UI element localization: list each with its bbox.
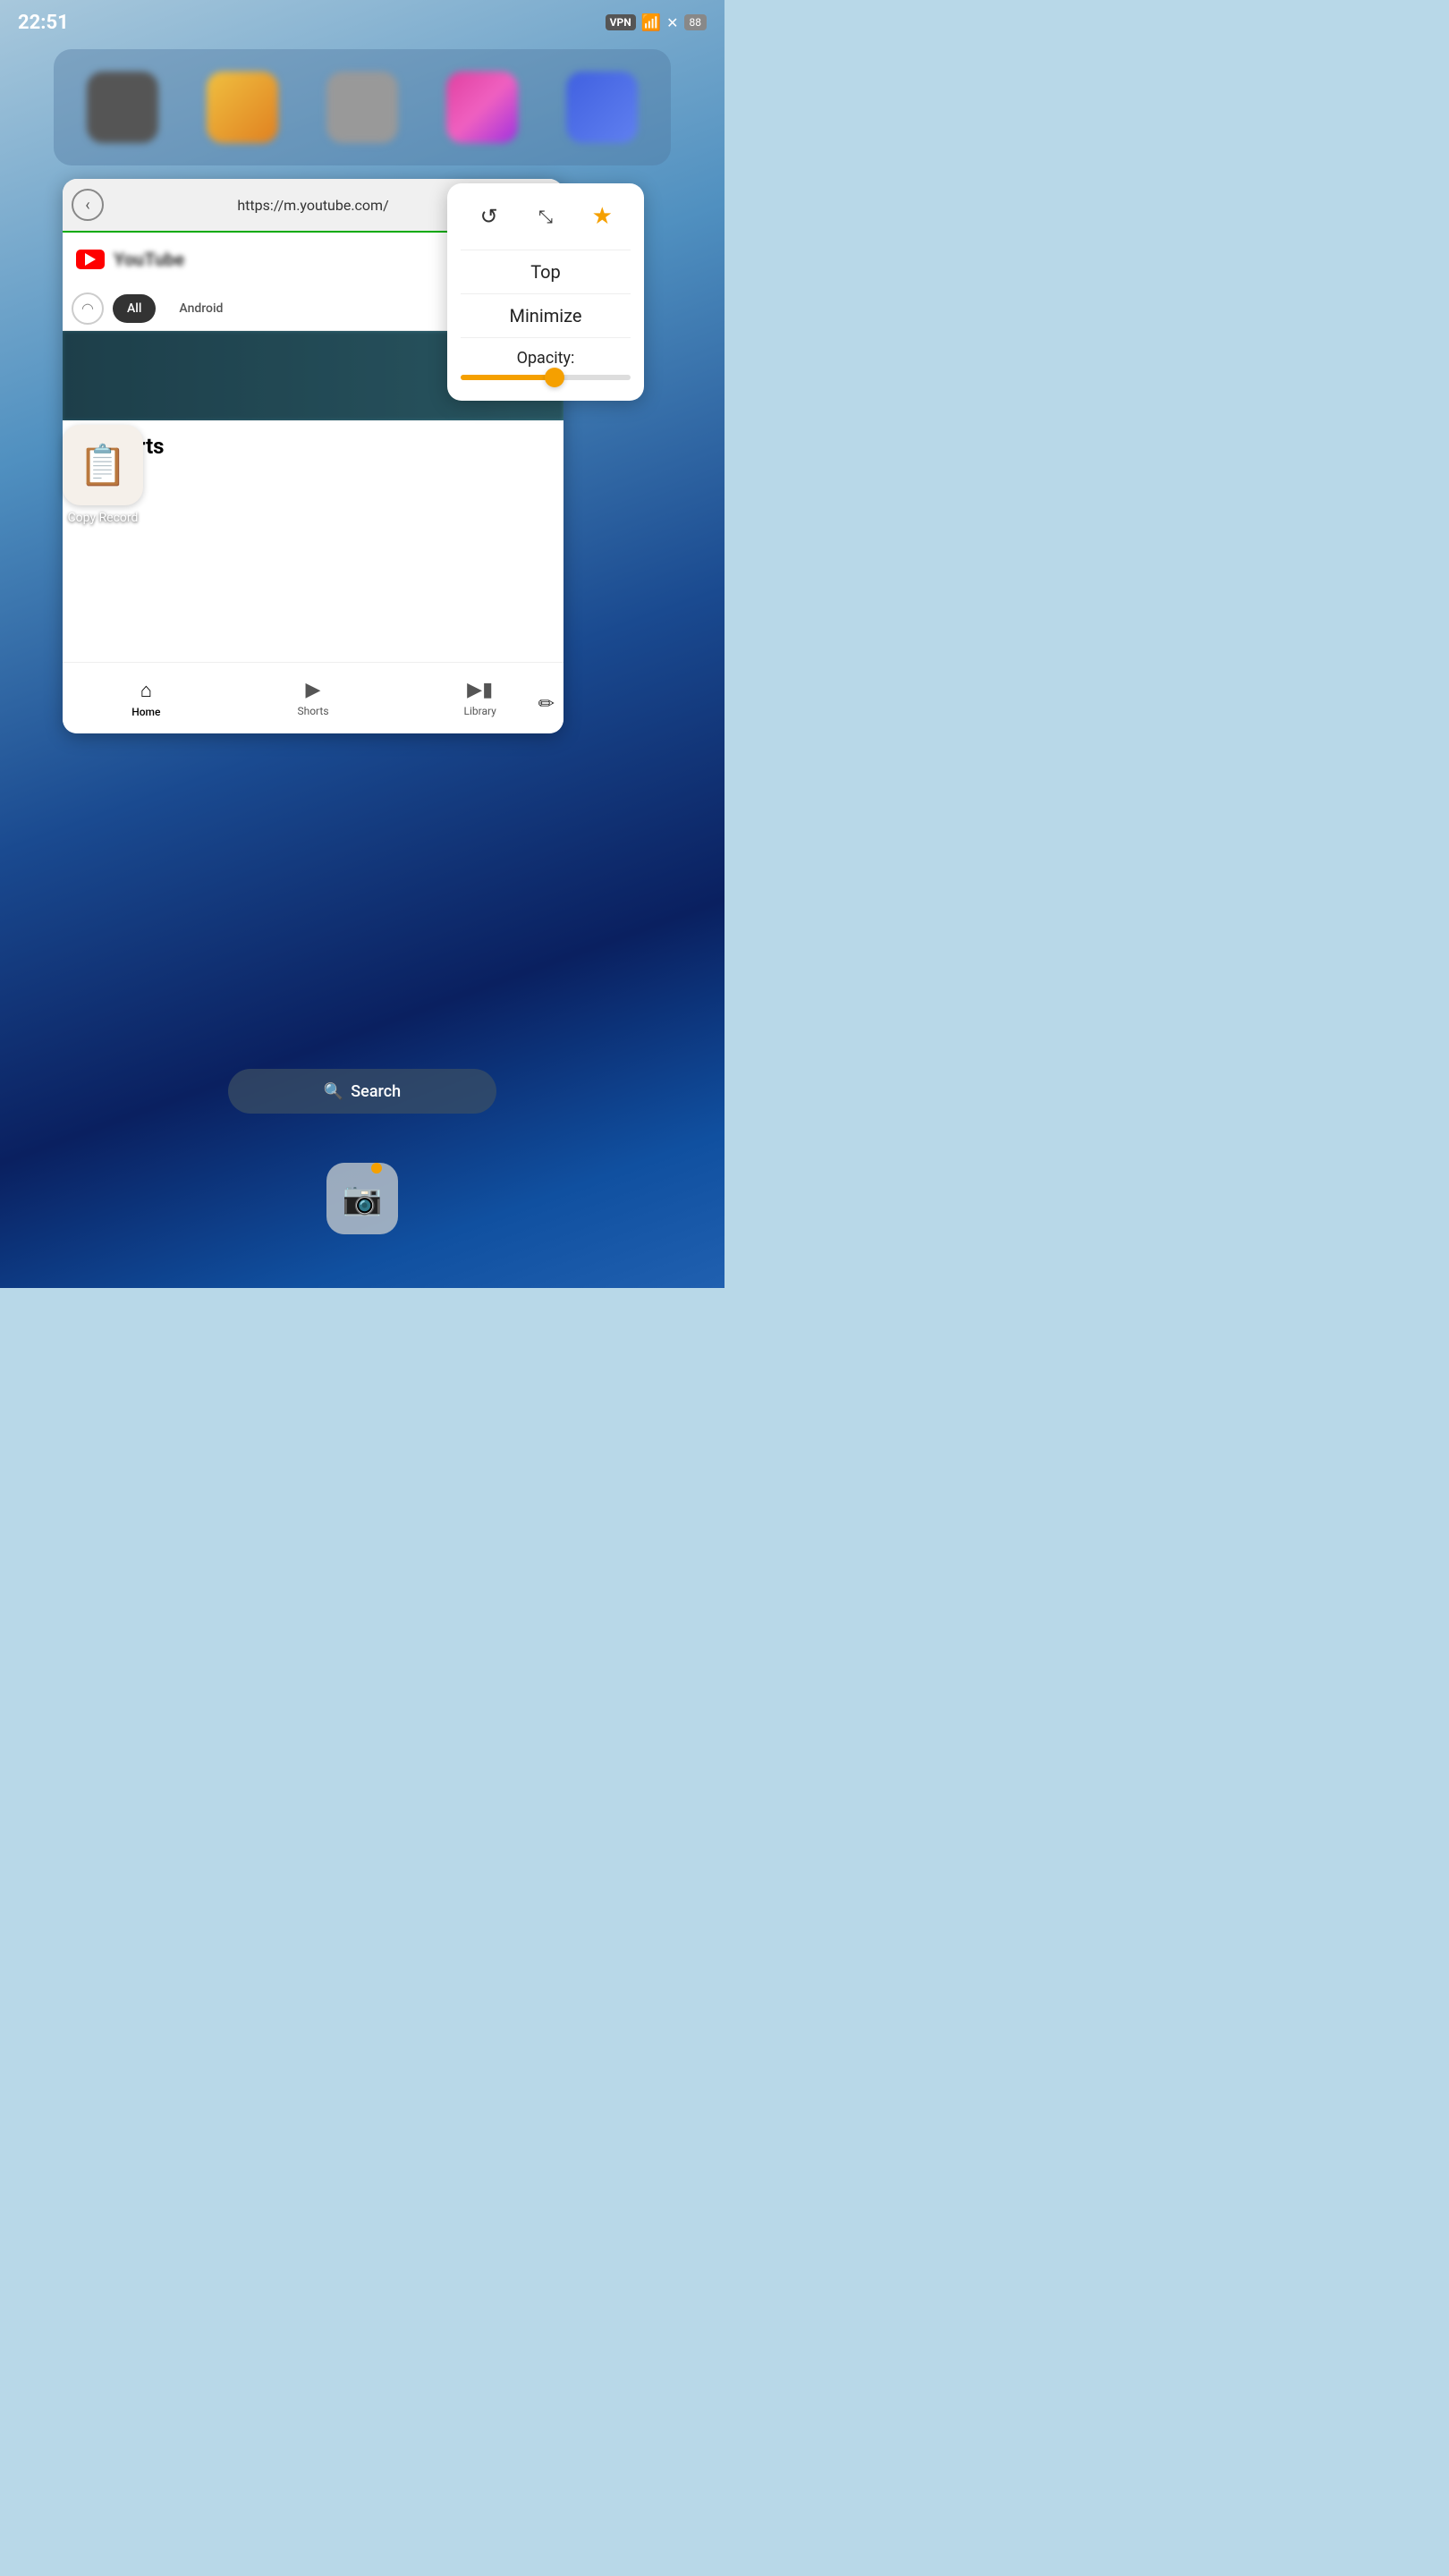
top-dock (54, 49, 671, 165)
dock-icon-1[interactable] (87, 72, 158, 143)
slider-fill (461, 375, 555, 380)
nav-shorts[interactable]: ▶ Shorts (230, 679, 397, 717)
youtube-play-icon (85, 253, 96, 266)
library-label: Library (464, 705, 496, 717)
compress-button[interactable]: ⤡ (526, 197, 565, 236)
copy-record-app[interactable]: 📋 Copy Record (63, 425, 143, 525)
youtube-bottom-nav: ⌂ Home ▶ Shorts ▶▮ Library ✏ (63, 662, 564, 733)
shorts-nav-icon: ▶ (306, 679, 321, 701)
shorts-nav-label: Shorts (297, 705, 328, 717)
library-icon: ▶▮ (467, 679, 493, 701)
vpn-badge: VPN (606, 14, 636, 30)
home-label: Home (131, 706, 160, 718)
dock-icon-4[interactable] (446, 72, 518, 143)
popup-menu: ↺ ⤡ ★ Top Minimize Opacity: (447, 183, 644, 401)
dock-icon-3[interactable] (326, 72, 398, 143)
top-menu-item[interactable]: Top (461, 254, 631, 290)
camera-icon: 📷 (343, 1180, 383, 1217)
search-icon: 🔍 (324, 1082, 343, 1101)
opacity-row: Opacity: (461, 342, 631, 387)
back-button[interactable]: ‹ (72, 189, 104, 221)
copy-record-icon-image: 📋 (79, 442, 128, 488)
copy-record-label: Copy Record (68, 511, 139, 525)
status-icons: VPN 📶 ✕ 88 (606, 13, 707, 32)
opacity-label: Opacity: (461, 349, 631, 368)
youtube-logo-red (76, 250, 105, 269)
status-bar: 22:51 VPN 📶 ✕ 88 (0, 0, 724, 45)
divider-3 (461, 337, 631, 338)
dock-icon-2[interactable] (207, 72, 278, 143)
wifi-icon: 📶 (641, 13, 661, 32)
compass-icon[interactable]: ◠ (72, 292, 104, 325)
copy-record-icon-bg: 📋 (63, 425, 143, 505)
divider-2 (461, 293, 631, 294)
search-bar[interactable]: 🔍 Search (228, 1069, 496, 1114)
slider-thumb[interactable] (545, 368, 564, 387)
camera-dot (371, 1163, 382, 1174)
tab-all[interactable]: All (113, 294, 156, 323)
opacity-slider[interactable] (461, 375, 631, 380)
dock-icon-5[interactable] (566, 72, 638, 143)
camera-dock[interactable]: 📷 (326, 1163, 398, 1234)
status-time: 22:51 (18, 12, 69, 34)
popup-icons-row: ↺ ⤡ ★ (461, 197, 631, 236)
tab-android[interactable]: Android (165, 294, 237, 323)
search-label: Search (351, 1082, 401, 1101)
x-icon: ✕ (666, 14, 678, 31)
edit-icon[interactable]: ✏ (538, 693, 555, 716)
battery-icon: 88 (684, 14, 708, 30)
minimize-menu-item[interactable]: Minimize (461, 298, 631, 334)
refresh-button[interactable]: ↺ (470, 197, 509, 236)
home-icon: ⌂ (140, 679, 152, 702)
nav-home[interactable]: ⌂ Home (63, 679, 230, 718)
favorite-button[interactable]: ★ (582, 197, 622, 236)
youtube-logo-text: YouTube (114, 249, 184, 270)
